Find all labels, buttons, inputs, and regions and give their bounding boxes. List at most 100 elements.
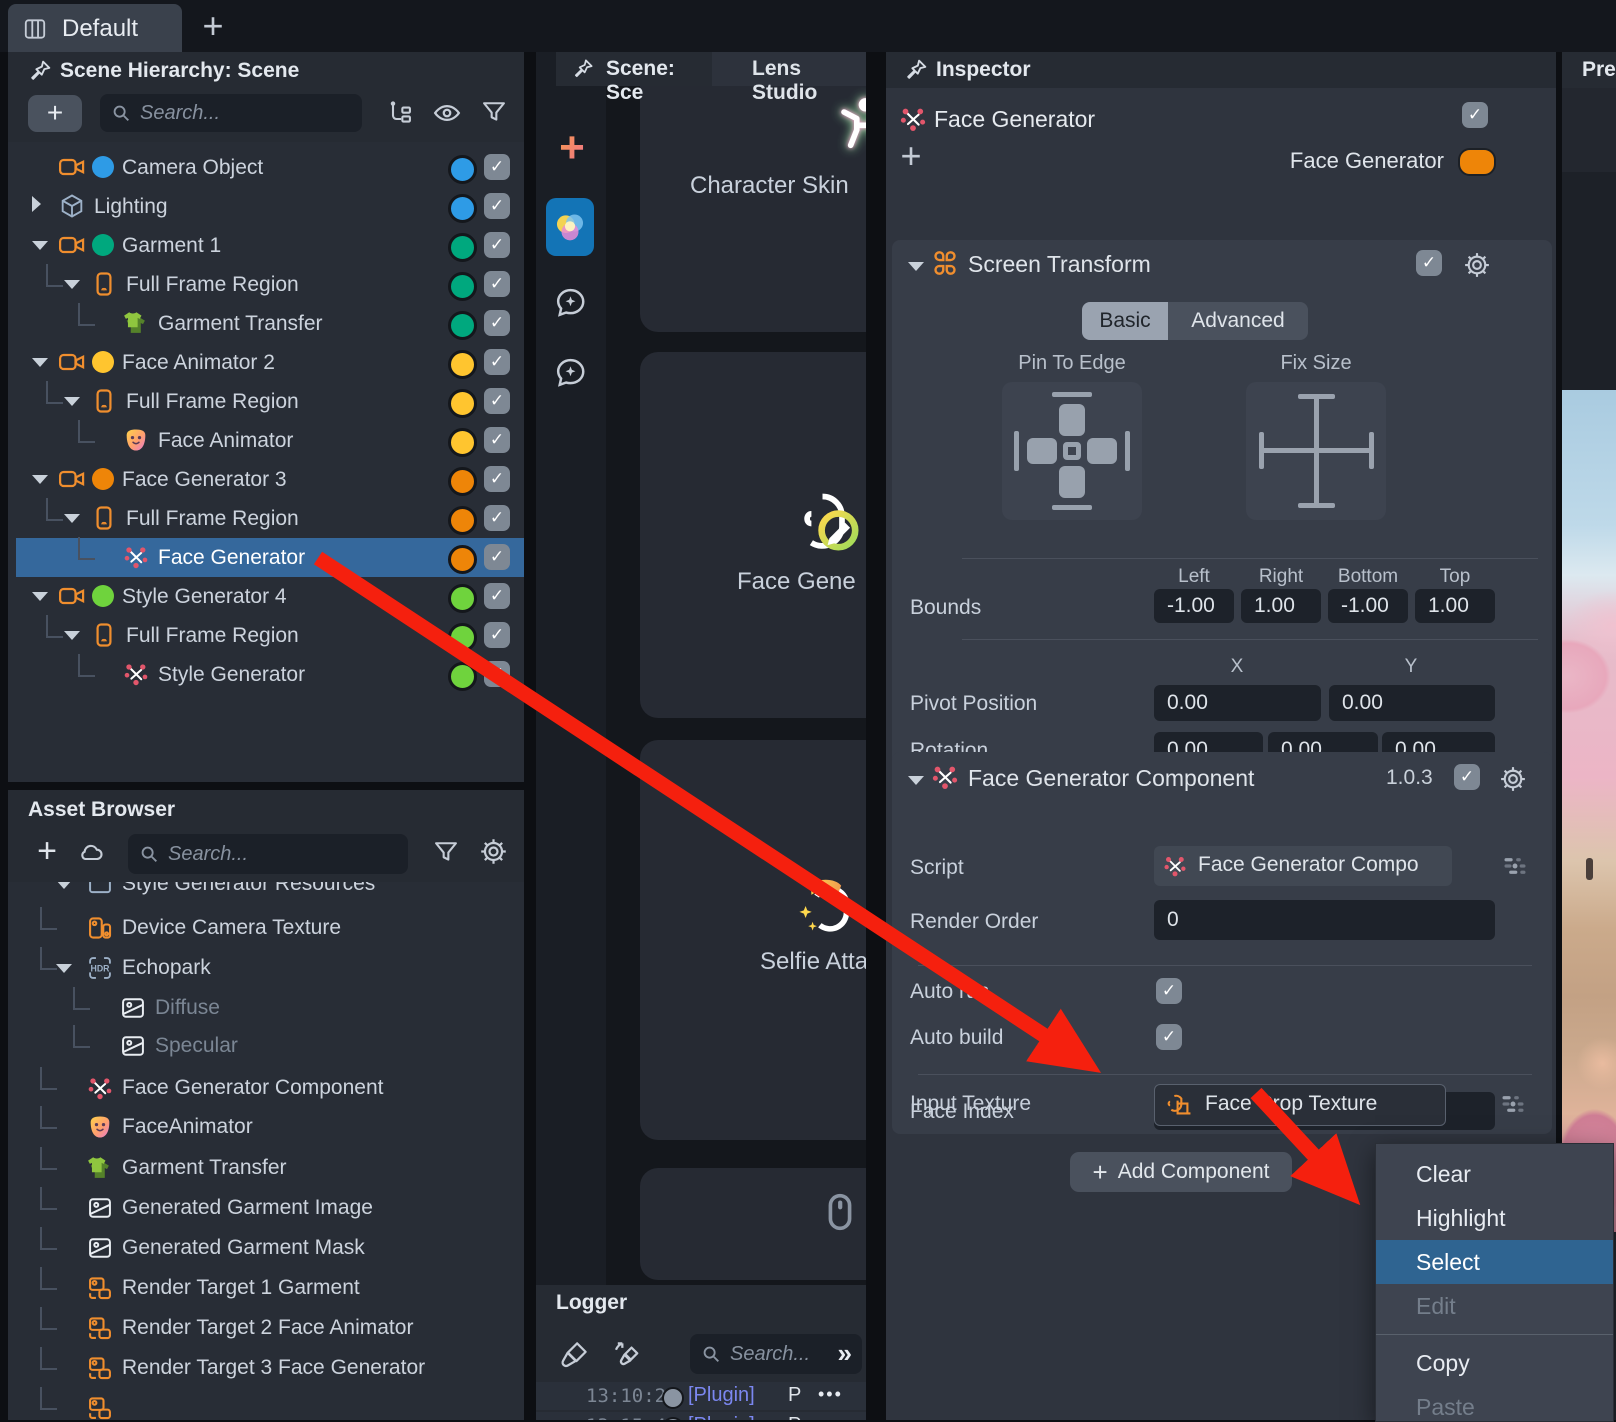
layer-color-dot[interactable] [448,467,477,496]
pin-icon[interactable] [904,57,929,82]
component-enabled-checkbox[interactable] [1454,764,1480,790]
node-graph-icon[interactable] [1498,1090,1528,1118]
tree-row-face-generator-3[interactable]: Face Generator 3 [16,460,524,499]
asset-row-generated-garment-image[interactable]: Generated Garment Image [16,1188,524,1228]
tree-row-face-animator-2[interactable]: Face Animator 2 [16,343,524,382]
pin-to-edge-widget[interactable] [1002,382,1142,520]
layer-color-dot[interactable] [448,311,477,340]
chevron-down-icon[interactable] [32,592,48,601]
genai-suite-button-active[interactable] [546,198,594,256]
bounds-bottom-field[interactable]: -1.00 [1328,589,1408,623]
menu-item-select[interactable]: Select [1376,1240,1613,1284]
log-more[interactable]: ••• [818,1384,843,1405]
visibility-checkbox[interactable] [484,232,510,258]
pin-icon[interactable] [28,58,53,83]
filter-icon[interactable] [480,98,508,126]
asset-row-diffuse[interactable]: Diffuse [16,988,524,1028]
gear-icon[interactable] [1498,764,1528,794]
layer-color-dot[interactable] [448,623,477,652]
log-entry[interactable]: 13:15:4 [Plugin] P [536,1412,866,1420]
visibility-checkbox[interactable] [484,271,510,297]
expand-icon[interactable]: » [838,1338,852,1369]
layer-color-dot[interactable] [448,272,477,301]
chevron-right-icon[interactable] [32,196,41,212]
tree-view-icon[interactable] [386,98,414,126]
gear-icon[interactable] [478,836,509,867]
tree-row-full-frame-region[interactable]: Full Frame Region [16,499,524,538]
chevron-down-icon[interactable] [908,776,924,785]
auto-build-checkbox[interactable] [1156,1024,1182,1050]
asset-row-specular[interactable]: Specular [16,1026,524,1066]
clear-log-icon[interactable] [558,1337,592,1371]
layer-color-dot[interactable] [448,233,477,262]
visibility-checkbox[interactable] [484,388,510,414]
asset-row-garment-transfer[interactable]: Garment Transfer [16,1148,524,1188]
ai-chat-icon[interactable] [552,354,589,391]
cloud-icon[interactable] [74,838,108,866]
tree-row-full-frame-region[interactable]: Full Frame Region [16,265,524,304]
layer-color-dot[interactable] [448,545,477,574]
node-graph-icon[interactable] [1500,852,1530,880]
add-component-button[interactable]: +Add Component [1070,1152,1292,1192]
visibility-checkbox[interactable] [484,466,510,492]
asset-row-render-target-1-garment[interactable]: Render Target 1 Garment [16,1268,524,1308]
clear-on-rebuild-icon[interactable] [610,1337,646,1371]
chevron-down-icon[interactable] [908,262,924,271]
chevron-down-icon[interactable] [56,964,72,973]
asset-row-echopark[interactable]: HDR Echopark [16,948,524,988]
tree-row-full-frame-region[interactable]: Full Frame Region [16,382,524,421]
layer-color-dot[interactable] [448,194,477,223]
asset-row-partial[interactable] [16,1388,524,1420]
asset-row-device-camera-texture[interactable]: Device Camera Texture [16,908,524,948]
tree-row-lighting[interactable]: Lighting [16,187,524,226]
bounds-right-field[interactable]: 1.00 [1241,589,1321,623]
tree-row-face-generator-selected[interactable]: Face Generator [16,538,524,577]
add-asset-button[interactable]: + [30,832,64,870]
filter-icon[interactable] [432,838,460,866]
visibility-checkbox[interactable] [484,583,510,609]
chevron-down-icon[interactable] [64,631,80,640]
chevron-down-icon[interactable] [32,475,48,484]
visibility-checkbox[interactable] [484,427,510,453]
tree-row-garment-transfer[interactable]: Garment Transfer [16,304,524,343]
tree-row-garment-1[interactable]: Garment 1 [16,226,524,265]
visibility-checkbox[interactable] [484,661,510,687]
chevron-down-icon[interactable] [32,358,48,367]
tab-basic[interactable]: Basic [1082,302,1168,340]
chevron-down-icon[interactable] [64,280,80,289]
card-face-generator[interactable]: Face Gene [640,352,866,718]
layer-color-dot[interactable] [448,584,477,613]
bounds-top-field[interactable]: 1.00 [1415,589,1495,623]
visibility-checkbox[interactable] [484,349,510,375]
input-texture-field[interactable]: Face Crop Texture [1154,1084,1446,1126]
tab-advanced[interactable]: Advanced [1168,302,1308,340]
tree-row-camera-object[interactable]: Camera Object [16,148,524,187]
asset-row-render-target-2-face-animator[interactable]: Render Target 2 Face Animator [16,1308,524,1348]
layer-color-dot[interactable] [448,506,477,535]
workspace-tab-default[interactable]: Default [8,4,182,52]
search-input[interactable] [100,94,362,132]
log-entry[interactable]: 13:10:20 [Plugin] P ••• [536,1382,866,1410]
chevron-down-icon[interactable] [64,514,80,523]
pivot-x-field[interactable]: 0.00 [1154,685,1321,721]
layer-color-dot[interactable] [448,662,477,691]
entity-enabled-checkbox[interactable] [1462,102,1488,128]
asset-row-generated-garment-mask[interactable]: Generated Garment Mask [16,1228,524,1268]
fix-size-widget[interactable] [1246,382,1386,520]
menu-item-highlight[interactable]: Highlight [1376,1196,1613,1240]
menu-item-copy[interactable]: Copy [1376,1341,1613,1385]
asset-row-face-generator-component[interactable]: Face Generator Component [16,1068,524,1108]
gear-icon[interactable] [1462,250,1492,280]
bounds-left-field[interactable]: -1.00 [1154,589,1234,623]
visibility-checkbox[interactable] [484,193,510,219]
visibility-checkbox[interactable] [484,154,510,180]
add-workspace-button[interactable]: + [196,8,230,44]
tree-row-style-generator-4[interactable]: Style Generator 4 [16,577,524,616]
tree-row-style-generator[interactable]: Style Generator [16,655,524,694]
layer-color-pill[interactable] [1458,148,1496,176]
visibility-checkbox[interactable] [484,310,510,336]
tab-lens-studio[interactable]: Lens Studio [712,52,866,86]
chevron-down-icon[interactable] [32,241,48,250]
asset-row-faceanimator[interactable]: FaceAnimator [16,1107,524,1147]
layer-color-dot[interactable] [448,428,477,457]
